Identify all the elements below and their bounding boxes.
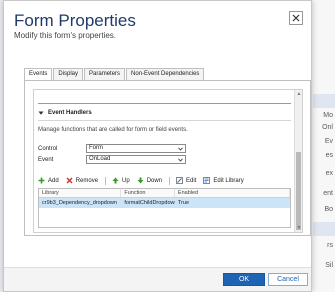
tab-events[interactable]: Events	[24, 68, 53, 80]
up-label: Up	[122, 177, 130, 184]
add-button[interactable]: Add	[38, 177, 59, 184]
cell-library: cr9b3_Dependency_dropdown	[42, 200, 117, 206]
scroll-down-arrow-icon[interactable]: ▼	[296, 225, 302, 231]
event-handlers-header[interactable]: Event Handlers	[38, 110, 92, 116]
background-item: Mo	[323, 112, 333, 119]
section-divider	[38, 103, 291, 104]
background-item: Ev	[324, 138, 333, 145]
form-properties-dialog: Form Properties Modify this form's prope…	[3, 0, 312, 292]
vertical-scrollbar[interactable]: ▲ ▼	[294, 90, 302, 232]
add-label: Add	[48, 177, 59, 184]
table-row[interactable]: cr9b3_Dependency_dropdown formatChildDro…	[39, 198, 290, 208]
event-handlers-description: Manage functions that are called for for…	[38, 127, 188, 133]
remove-icon	[66, 177, 73, 184]
toolbar-separator	[169, 176, 171, 185]
event-select-value: OnLoad	[89, 156, 111, 162]
close-icon	[292, 14, 300, 22]
control-row: Control Form	[38, 144, 186, 153]
background-item: es	[325, 152, 333, 159]
event-row: Event OnLoad	[38, 155, 186, 164]
background-side-panel: Mo Onl Ev es ex ent Bo rs Sil	[311, 0, 335, 292]
background-item: ent	[323, 190, 333, 197]
event-select[interactable]: OnLoad	[86, 155, 186, 164]
control-select[interactable]: Form	[86, 144, 186, 153]
background-item: ex	[325, 170, 333, 177]
move-down-button[interactable]: Down	[137, 177, 162, 184]
control-label: Control	[38, 145, 58, 152]
scrollbar-thumb[interactable]	[296, 152, 301, 230]
chevron-down-icon	[178, 158, 183, 162]
dialog-title: Form Properties	[14, 11, 136, 30]
column-header-library[interactable]: Library	[39, 189, 122, 197]
toolbar-separator	[105, 176, 107, 185]
event-label: Event	[38, 156, 54, 163]
tab-non-event-dependencies[interactable]: Non-Event Dependencies	[126, 68, 205, 80]
background-item: Bo	[324, 206, 333, 213]
events-tab-panel: Event Handlers Manage functions that are…	[24, 80, 311, 236]
edit-button[interactable]: Edit	[176, 177, 196, 184]
cancel-button[interactable]: Cancel	[268, 273, 308, 286]
ok-button[interactable]: OK	[223, 273, 265, 286]
collapse-triangle-icon	[38, 111, 44, 115]
move-up-button[interactable]: Up	[112, 177, 130, 184]
cell-enabled: True	[177, 200, 190, 206]
edit-label: Edit	[186, 177, 197, 184]
control-select-value: Form	[89, 145, 103, 151]
arrow-down-icon	[137, 177, 144, 184]
column-header-enabled[interactable]: Enabled	[175, 189, 290, 197]
grid-header: Library Function Enabled	[39, 189, 290, 198]
background-band	[313, 222, 335, 236]
background-item: Onl	[322, 124, 333, 131]
scroll-up-arrow-icon[interactable]: ▲	[296, 91, 302, 97]
background-band	[313, 94, 335, 108]
arrow-up-icon	[112, 177, 119, 184]
add-icon	[38, 177, 45, 184]
remove-label: Remove	[75, 177, 99, 184]
dialog-subtitle: Modify this form's properties.	[14, 31, 117, 40]
edit-library-label: Edit Library	[213, 177, 244, 184]
events-scroll-area: Event Handlers Manage functions that are…	[33, 89, 303, 233]
background-item: Sil	[325, 262, 333, 269]
close-button[interactable]	[289, 11, 303, 25]
event-handlers-grid: Library Function Enabled cr9b3_Dependenc…	[38, 188, 291, 228]
tab-parameters[interactable]: Parameters	[84, 68, 126, 80]
edit-icon	[176, 177, 183, 184]
dialog-footer: OK Cancel	[4, 267, 311, 291]
edit-library-button[interactable]: Edit Library	[203, 177, 244, 184]
event-handlers-heading: Event Handlers	[48, 110, 92, 116]
event-handlers-toolbar: Add Remove Up Down Edit Edit Library	[38, 175, 251, 186]
down-label: Down	[146, 177, 163, 184]
remove-button[interactable]: Remove	[66, 177, 98, 184]
tab-display[interactable]: Display	[53, 68, 84, 80]
cell-function: formatChildDropdown	[124, 200, 175, 206]
edit-library-icon	[203, 177, 211, 184]
tab-bar: Events Display Parameters Non-Event Depe…	[24, 68, 205, 80]
section-rule	[38, 120, 291, 121]
column-header-function[interactable]: Function	[121, 189, 175, 197]
chevron-down-icon	[178, 147, 183, 151]
background-item: rs	[327, 242, 333, 249]
